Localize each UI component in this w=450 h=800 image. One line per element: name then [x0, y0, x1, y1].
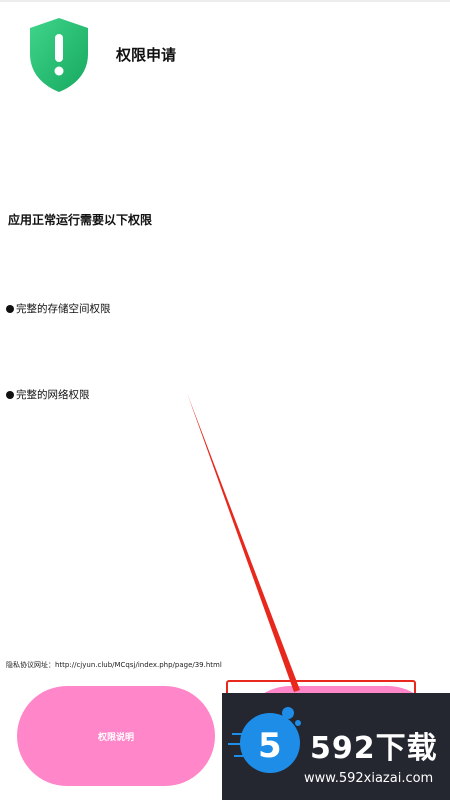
permission-explain-button[interactable]: 权限说明 [17, 686, 215, 786]
watermark: 5 592下载 www.592xiazai.com [222, 693, 450, 800]
privacy-policy-link[interactable]: 隐私协议网址：http://cjyun.club/MCqsj/index.php… [6, 660, 222, 670]
bullet-icon [6, 305, 14, 313]
shield-exclamation-icon [30, 18, 88, 92]
permissions-subtitle: 应用正常运行需要以下权限 [8, 213, 153, 227]
page-title: 权限申请 [116, 46, 177, 64]
watermark-brand: 592下载 [310, 731, 438, 766]
permission-label: 完整的存储空间权限 [16, 303, 111, 315]
permission-item-storage: 完整的存储空间权限 [6, 301, 111, 316]
permission-label: 完整的网络权限 [16, 389, 90, 401]
permission-item-network: 完整的网络权限 [6, 387, 90, 402]
svg-text:5: 5 [258, 726, 282, 766]
watermark-url: www.592xiazai.com [304, 771, 434, 786]
bullet-icon [6, 391, 14, 399]
top-divider [0, 0, 450, 2]
